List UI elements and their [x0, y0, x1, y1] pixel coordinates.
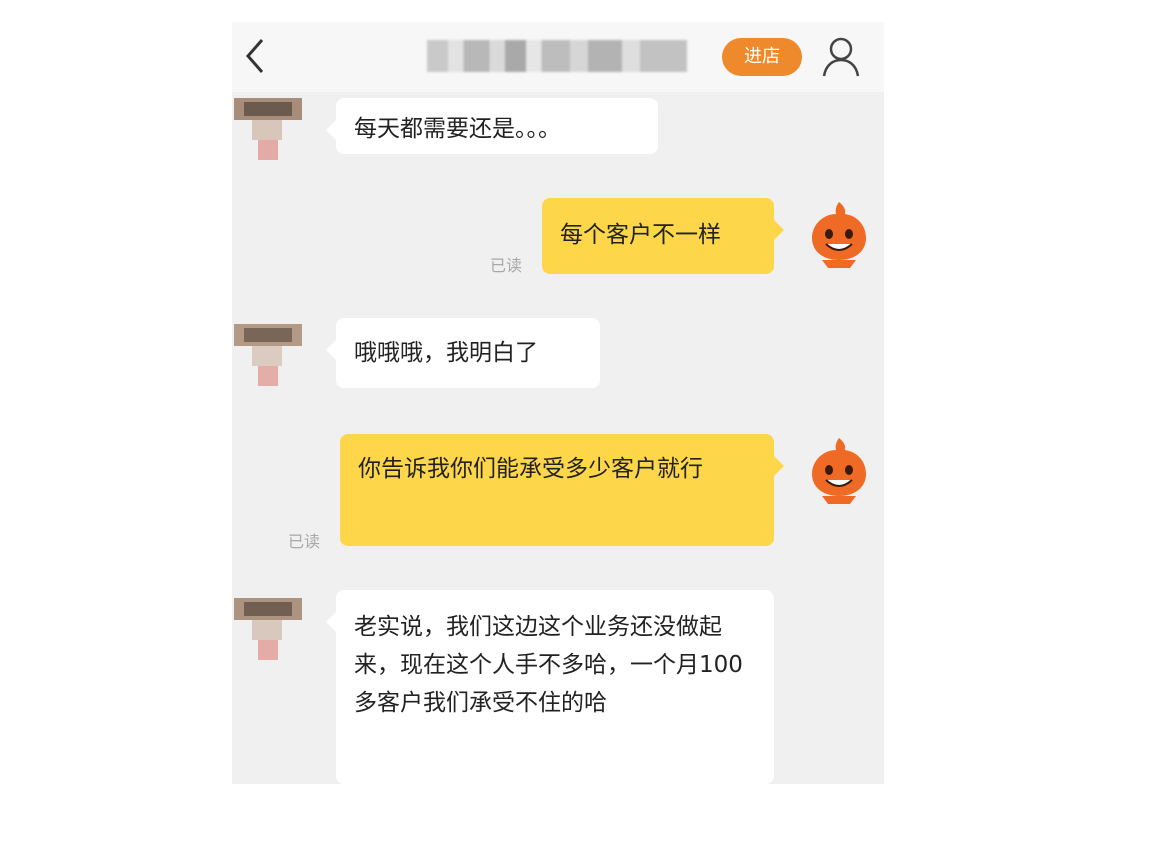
chat-screen: 进店 每天都需要还是。。。 已读 每个客户不一样 哦哦哦，我明白了 已读 你告诉…	[232, 22, 884, 784]
mascot-avatar[interactable]	[808, 436, 870, 506]
message-bubble-incoming: 老实说，我们这边这个业务还没做起来，现在这个人手不多哈，一个月100多客户我们承…	[326, 590, 774, 784]
avatar[interactable]	[234, 588, 302, 660]
read-status: 已读	[288, 532, 321, 551]
mascot-avatar[interactable]	[808, 200, 870, 270]
blurred-shop-name	[427, 40, 687, 72]
message-bubble-outgoing: 你告诉我你们能承受多少客户就行	[340, 434, 784, 546]
message-bubble-incoming: 哦哦哦，我明白了	[326, 318, 600, 388]
chevron-left-icon[interactable]	[240, 36, 272, 76]
avatar[interactable]	[234, 314, 302, 386]
enter-store-button[interactable]: 进店	[722, 38, 802, 76]
user-icon[interactable]	[820, 34, 862, 80]
message-bubble-outgoing: 每个客户不一样	[542, 198, 784, 274]
avatar[interactable]	[234, 88, 302, 160]
message-bubble-incoming: 每天都需要还是。。。	[326, 98, 658, 154]
chat-header: 进店	[232, 22, 884, 92]
read-status: 已读	[490, 256, 523, 275]
